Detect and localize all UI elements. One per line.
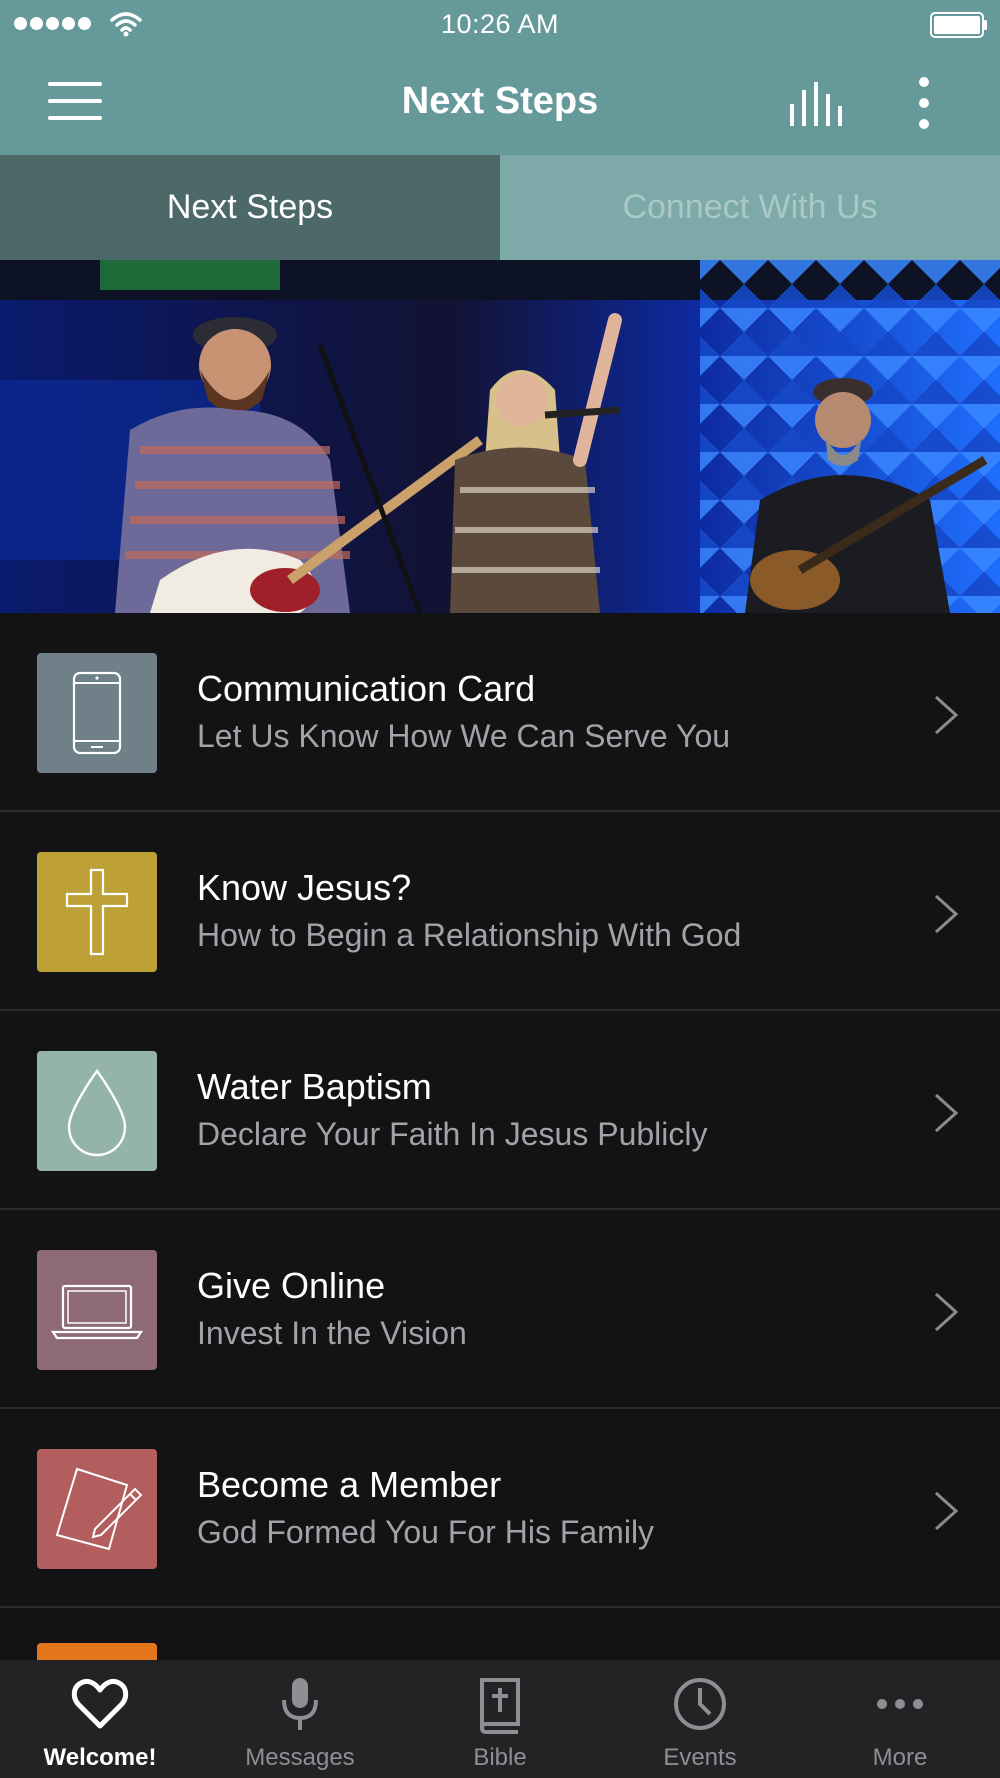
chevron-right-icon (934, 1093, 959, 1133)
tab-label: Events (663, 1744, 737, 1771)
tab-label: Welcome! (43, 1744, 157, 1771)
know-jesus-tile (37, 852, 157, 972)
list-item-subtitle: Let Us Know How We Can Serve You (197, 718, 731, 754)
list-item[interactable]: Communication Card Let Us Know How We Ca… (0, 613, 1000, 812)
next-steps-list: Communication Card Let Us Know How We Ca… (0, 613, 1000, 1608)
chevron-right-icon (934, 1491, 959, 1531)
tab-welcome[interactable]: Welcome! (0, 1660, 200, 1778)
chevron-right-icon (934, 695, 959, 735)
tab-next-steps[interactable]: Next Steps (0, 155, 500, 260)
list-item-title: Become a Member (197, 1464, 502, 1505)
segmented-tabs: Next Steps Connect With Us (0, 155, 1000, 260)
tab-more[interactable]: More (800, 1660, 1000, 1778)
bible-icon (480, 1678, 520, 1734)
list-item-subtitle: Invest In the Vision (197, 1315, 467, 1351)
vertical-dots-icon[interactable] (906, 76, 942, 130)
paper-pencil-icon (55, 1467, 143, 1551)
list-item-subtitle: God Formed You For His Family (197, 1514, 655, 1550)
tab-label: Messages (245, 1744, 355, 1771)
tab-connect-with-us[interactable]: Connect With Us (500, 155, 1000, 260)
tab-messages[interactable]: Messages (200, 1660, 400, 1778)
list-item-title: Know Jesus? (197, 867, 412, 908)
app-bar: Next Steps (0, 50, 1000, 155)
list-item-subtitle: How to Begin a Relationship With God (197, 917, 742, 953)
clock-icon (674, 1678, 726, 1730)
status-time: 10:26 AM (440, 9, 560, 39)
tab-events[interactable]: Events (600, 1660, 800, 1778)
bottom-tab-bar: Welcome! Messages Bible Events More (0, 1660, 1000, 1778)
laptop-icon (50, 1284, 144, 1340)
page-title: Next Steps (401, 80, 599, 122)
give-online-tile (37, 1250, 157, 1370)
water-drop-icon (67, 1068, 127, 1157)
list-item-subtitle: Declare Your Faith In Jesus Publicly (197, 1116, 708, 1152)
list-item-title: Communication Card (197, 668, 536, 709)
heart-icon (71, 1678, 129, 1729)
become-member-tile (37, 1449, 157, 1569)
chevron-right-icon (934, 1292, 959, 1332)
status-bar: 10:26 AM (0, 0, 1000, 50)
more-dots-icon (877, 1699, 923, 1709)
hero-image (0, 260, 1000, 613)
water-baptism-tile (37, 1051, 157, 1171)
list-item-title: Give Online (197, 1265, 386, 1306)
battery-icon (930, 12, 987, 38)
list-item-title: Water Baptism (197, 1066, 432, 1107)
list-item[interactable]: Know Jesus? How to Begin a Relationship … (0, 812, 1000, 1011)
tab-label: Bible (473, 1744, 527, 1771)
chevron-right-icon (934, 894, 959, 934)
smartphone-icon (72, 671, 122, 755)
list-item[interactable]: Become a Member God Formed You For His F… (0, 1409, 1000, 1608)
audio-bars-icon[interactable] (788, 80, 846, 128)
cross-icon (65, 868, 129, 956)
microphone-icon (282, 1678, 318, 1730)
tab-bible[interactable]: Bible (400, 1660, 600, 1778)
communication-card-tile (37, 653, 157, 773)
tab-label: More (872, 1744, 928, 1771)
list-item[interactable]: Water Baptism Declare Your Faith In Jesu… (0, 1011, 1000, 1210)
list-item[interactable]: Give Online Invest In the Vision (0, 1210, 1000, 1409)
